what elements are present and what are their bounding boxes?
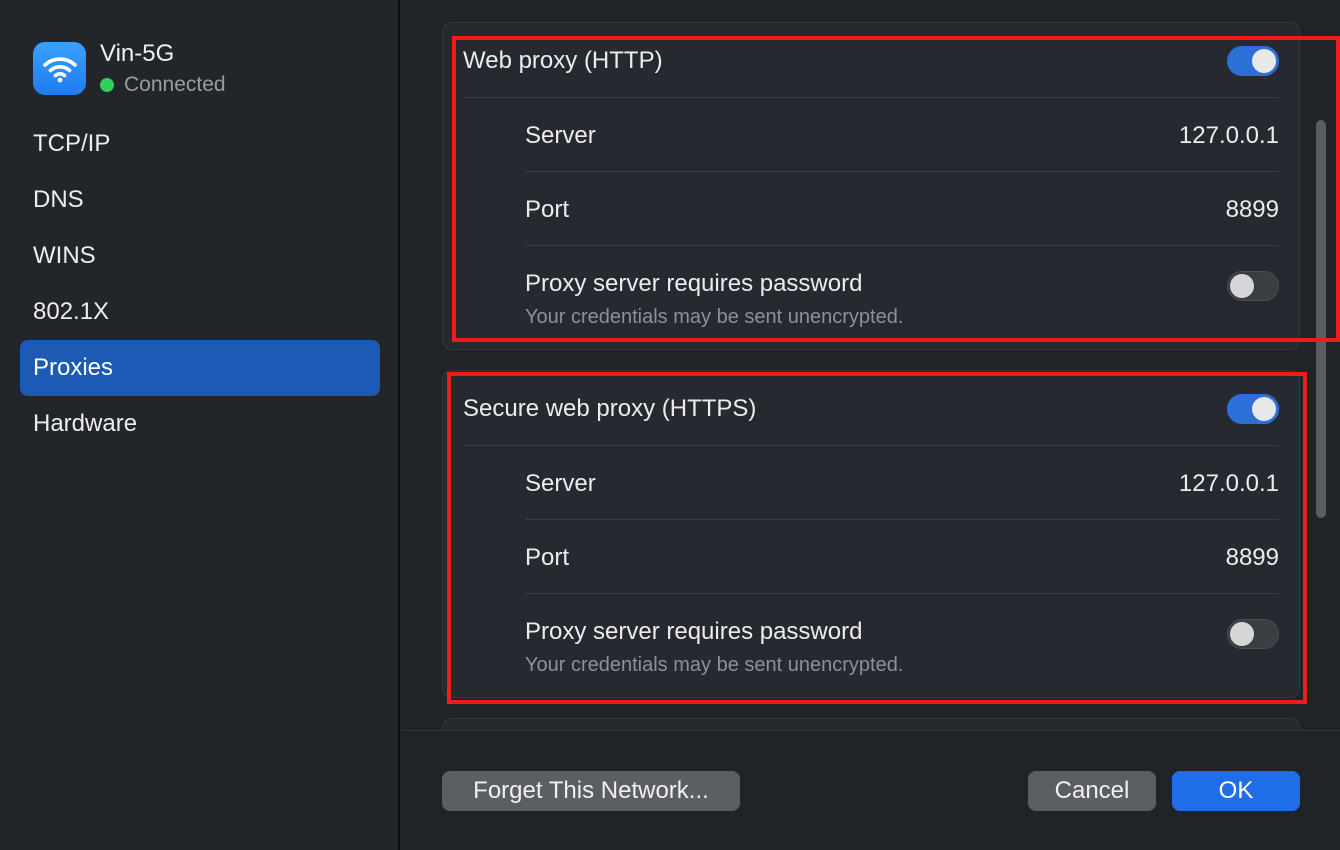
next-proxy-card [442, 718, 1300, 730]
https-port-value[interactable]: 8899 [1226, 544, 1279, 572]
http-password-toggle[interactable] [1227, 271, 1279, 301]
wifi-icon [33, 42, 86, 95]
http-port-label: Port [525, 196, 570, 223]
separator [525, 593, 1279, 594]
http-password-label: Proxy server requires password [525, 270, 863, 297]
network-settings-window: Vin-5G Connected TCP/IP DNS WINS 802.1X … [0, 0, 1340, 850]
https-password-label: Proxy server requires password [525, 618, 863, 645]
separator [525, 245, 1279, 246]
separator [463, 445, 1279, 446]
sidebar-item-proxies[interactable]: Proxies [20, 340, 380, 396]
network-name: Vin-5G [100, 40, 175, 67]
network-status-text: Connected [124, 73, 226, 96]
separator [525, 171, 1279, 172]
http-server-value[interactable]: 127.0.0.1 [1179, 122, 1279, 150]
http-proxy-toggle[interactable] [1227, 46, 1279, 76]
https-server-label: Server [525, 470, 596, 497]
http-password-note: Your credentials may be sent unencrypted… [525, 306, 904, 328]
network-header: Vin-5G Connected [33, 40, 373, 100]
sidebar-item-hardware[interactable]: Hardware [20, 396, 380, 452]
scrollbar[interactable] [1316, 120, 1326, 518]
sidebar-item-dns[interactable]: DNS [20, 172, 380, 228]
https-proxy-toggle[interactable] [1227, 394, 1279, 424]
forget-network-button[interactable]: Forget This Network... [442, 771, 740, 811]
separator [463, 97, 1279, 98]
http-server-label: Server [525, 122, 596, 149]
sidebar: Vin-5G Connected TCP/IP DNS WINS 802.1X … [0, 0, 400, 850]
http-proxy-card: Web proxy (HTTP) Server 127.0.0.1 Port 8… [442, 22, 1300, 350]
proxies-content: Web proxy (HTTP) Server 127.0.0.1 Port 8… [402, 0, 1340, 730]
status-dot-icon [100, 78, 114, 92]
sidebar-item-wins[interactable]: WINS [20, 228, 380, 284]
http-proxy-title: Web proxy (HTTP) [463, 47, 663, 74]
footer: Forget This Network... Cancel OK [402, 730, 1340, 850]
https-proxy-title: Secure web proxy (HTTPS) [463, 395, 757, 422]
sidebar-nav: TCP/IP DNS WINS 802.1X Proxies Hardware [20, 116, 380, 452]
https-port-label: Port [525, 544, 570, 571]
separator [525, 519, 1279, 520]
network-status: Connected [100, 73, 226, 97]
https-server-value[interactable]: 127.0.0.1 [1179, 470, 1279, 498]
https-password-toggle[interactable] [1227, 619, 1279, 649]
sidebar-item-tcpip[interactable]: TCP/IP [20, 116, 380, 172]
https-proxy-card: Secure web proxy (HTTPS) Server 127.0.0.… [442, 370, 1300, 698]
cancel-button[interactable]: Cancel [1028, 771, 1156, 811]
http-port-value[interactable]: 8899 [1226, 196, 1279, 224]
https-password-note: Your credentials may be sent unencrypted… [525, 654, 904, 676]
ok-button[interactable]: OK [1172, 771, 1300, 811]
sidebar-item-8021x[interactable]: 802.1X [20, 284, 380, 340]
